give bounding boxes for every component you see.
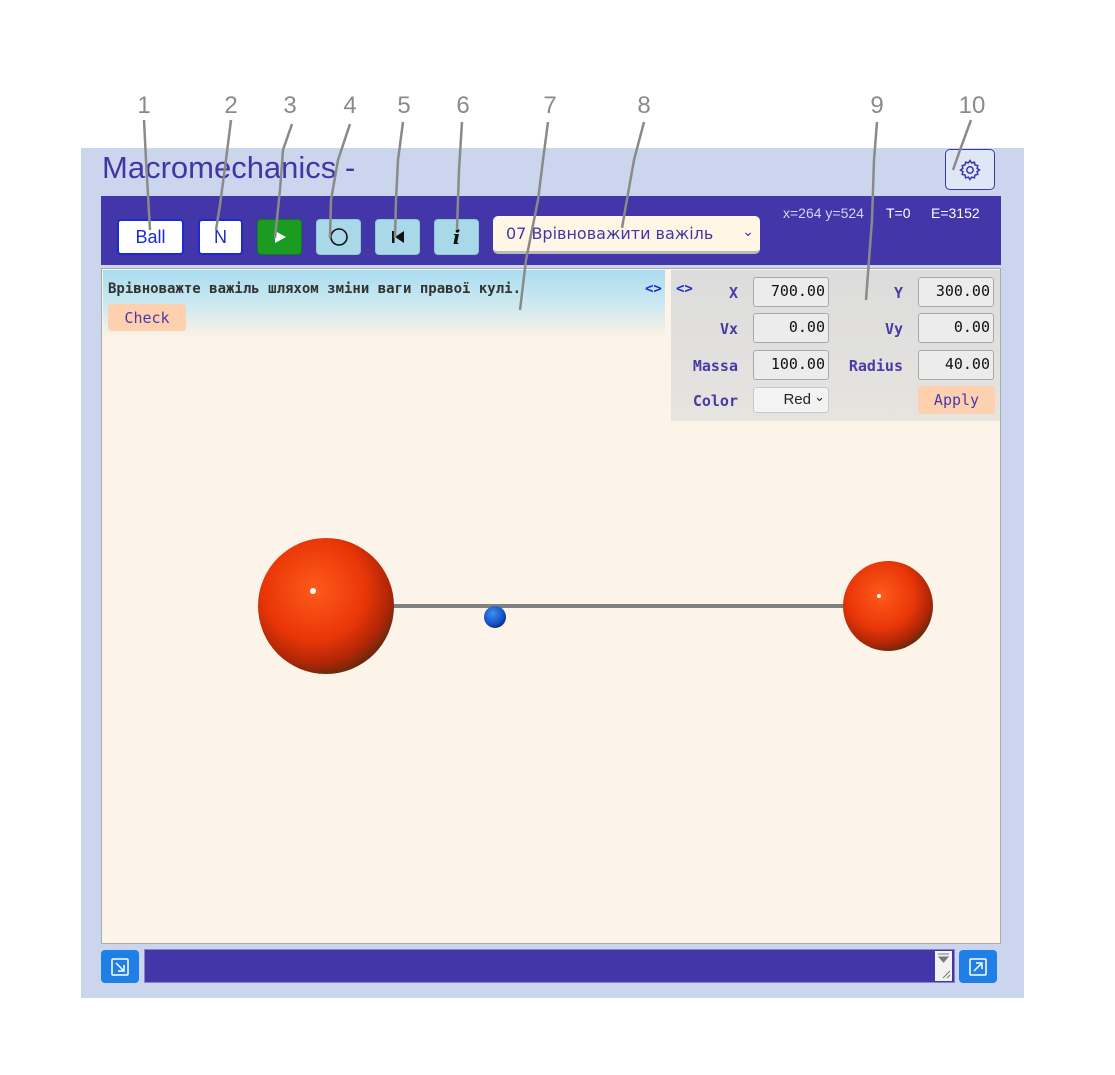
play-button[interactable] <box>257 219 302 255</box>
arrow-down-right-icon <box>111 957 129 976</box>
task-text: Врівноважте важіль шляхом зміни ваги пра… <box>108 281 522 297</box>
color-select[interactable]: Red ⌄ <box>753 387 829 413</box>
y-field[interactable]: 300.00 <box>918 277 994 307</box>
circle-button[interactable] <box>316 219 361 255</box>
callout-number-9: 9 <box>870 92 884 119</box>
apply-button[interactable]: Apply <box>918 386 995 414</box>
chevron-down-icon: ⌄ <box>742 224 754 240</box>
ball-button[interactable]: Ball <box>117 219 184 255</box>
circle-icon <box>329 228 348 246</box>
left-ball-highlight <box>310 588 316 594</box>
pivot-ball[interactable] <box>484 606 506 628</box>
x-label: X <box>728 284 738 302</box>
status-energy: E=3152 <box>931 205 980 221</box>
right-ball[interactable] <box>843 561 933 651</box>
color-label: Color <box>692 392 738 410</box>
right-ball-highlight <box>877 594 881 598</box>
lever-beam <box>324 604 888 608</box>
left-ball[interactable] <box>258 538 394 674</box>
reset-button[interactable] <box>375 219 420 255</box>
check-button[interactable]: Check <box>108 304 186 331</box>
vy-label: Vy <box>884 320 903 338</box>
callout-number-2: 2 <box>224 92 238 119</box>
n-button[interactable]: N <box>198 219 243 255</box>
callout-number-3: 3 <box>283 92 297 119</box>
task-panel-toggle[interactable]: <> <box>645 281 662 297</box>
scroll-down-icon <box>937 953 951 979</box>
scene-select-value: 07 Врівноважити важіль <box>506 224 714 243</box>
radius-field[interactable]: 40.00 <box>918 350 994 380</box>
expand-button[interactable] <box>959 950 997 983</box>
x-field[interactable]: 700.00 <box>753 277 829 307</box>
info-button[interactable]: i <box>434 219 479 255</box>
mass-field[interactable]: 100.00 <box>753 350 829 380</box>
app-window: Macromechanics - Ball N i 07 Врівноважит… <box>81 148 1024 998</box>
properties-panel: <> X 700.00 Y 300.00 Vx 0.00 Vy 0.00 Mas… <box>671 270 1000 421</box>
toolbar: Ball N i 07 Врівноважити важіль ⌄ x=264 … <box>101 196 1001 265</box>
callout-number-1: 1 <box>137 92 151 119</box>
callout-number-4: 4 <box>343 92 357 119</box>
mass-label: Massa <box>692 357 738 375</box>
callout-number-7: 7 <box>543 92 557 119</box>
skip-back-icon <box>391 231 404 243</box>
vy-field[interactable]: 0.00 <box>918 313 994 343</box>
arrow-up-right-icon <box>969 957 987 976</box>
vx-field[interactable]: 0.00 <box>753 313 829 343</box>
task-panel: Врівноважте важіль шляхом зміни ваги пра… <box>103 270 665 337</box>
gear-icon <box>959 158 981 181</box>
status-coords: x=264 y=524 <box>783 205 864 221</box>
status-time: T=0 <box>886 205 911 221</box>
radius-label: Radius <box>848 357 903 375</box>
chevron-down-icon: ⌄ <box>814 389 825 404</box>
callout-number-10: 10 <box>958 92 986 119</box>
collapse-button[interactable] <box>101 950 139 983</box>
app-title: Macromechanics - <box>102 150 356 185</box>
console-input[interactable] <box>144 949 955 983</box>
color-select-value: Red <box>783 391 811 408</box>
callout-number-6: 6 <box>456 92 470 119</box>
y-label: Y <box>893 284 903 302</box>
scene-select[interactable]: 07 Врівноважити важіль ⌄ <box>493 216 760 254</box>
callout-number-5: 5 <box>397 92 411 119</box>
simulation-canvas[interactable]: Врівноважте важіль шляхом зміни ваги пра… <box>101 268 1001 944</box>
settings-button[interactable] <box>945 149 995 190</box>
console-scrollbar[interactable] <box>935 951 952 981</box>
vx-label: Vx <box>719 320 738 338</box>
play-icon <box>274 231 286 243</box>
callout-number-8: 8 <box>637 92 651 119</box>
